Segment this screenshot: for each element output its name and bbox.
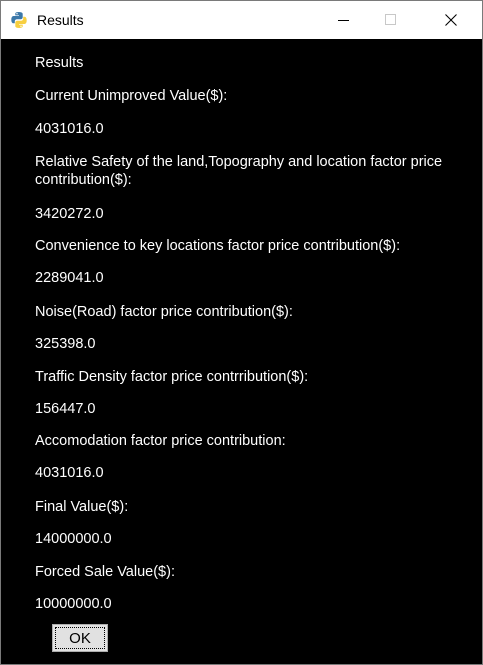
python-icon bbox=[11, 12, 27, 28]
maximize-button[interactable] bbox=[368, 1, 414, 39]
safety-label: Relative Safety of the land,Topography a… bbox=[35, 154, 443, 188]
current-unimproved-label: Current Unimproved Value($): bbox=[35, 88, 228, 104]
window-title: Results bbox=[37, 12, 84, 28]
minimize-icon bbox=[338, 20, 349, 21]
results-heading: Results bbox=[35, 55, 84, 71]
close-button[interactable] bbox=[428, 1, 474, 39]
final-value-label: Final Value($): bbox=[35, 499, 129, 515]
safety-value: 3420272.0 bbox=[35, 206, 104, 222]
forced-sale-label: Forced Sale Value($): bbox=[35, 564, 175, 580]
close-icon bbox=[445, 14, 457, 26]
noise-label: Noise(Road) factor price contribution($)… bbox=[35, 304, 293, 320]
maximize-icon bbox=[385, 14, 396, 25]
title-bar[interactable]: Results bbox=[1, 1, 482, 39]
current-unimproved-value: 4031016.0 bbox=[35, 121, 104, 137]
results-window: Results Results Current Unimproved Value… bbox=[0, 0, 483, 665]
traffic-value: 156447.0 bbox=[35, 401, 96, 417]
convenience-label: Convenience to key locations factor pric… bbox=[35, 238, 401, 254]
accommodation-value: 4031016.0 bbox=[35, 465, 104, 481]
noise-value: 325398.0 bbox=[35, 336, 96, 352]
convenience-value: 2289041.0 bbox=[35, 270, 104, 286]
final-value: 14000000.0 bbox=[35, 531, 112, 547]
ok-button[interactable]: OK bbox=[52, 624, 108, 652]
results-panel: Results Current Unimproved Value($): 403… bbox=[1, 39, 482, 664]
minimize-button[interactable] bbox=[321, 1, 367, 39]
traffic-label: Traffic Density factor price contrributi… bbox=[35, 369, 309, 385]
forced-sale-value: 10000000.0 bbox=[35, 596, 112, 612]
accommodation-label: Accomodation factor price contribution: bbox=[35, 433, 286, 449]
